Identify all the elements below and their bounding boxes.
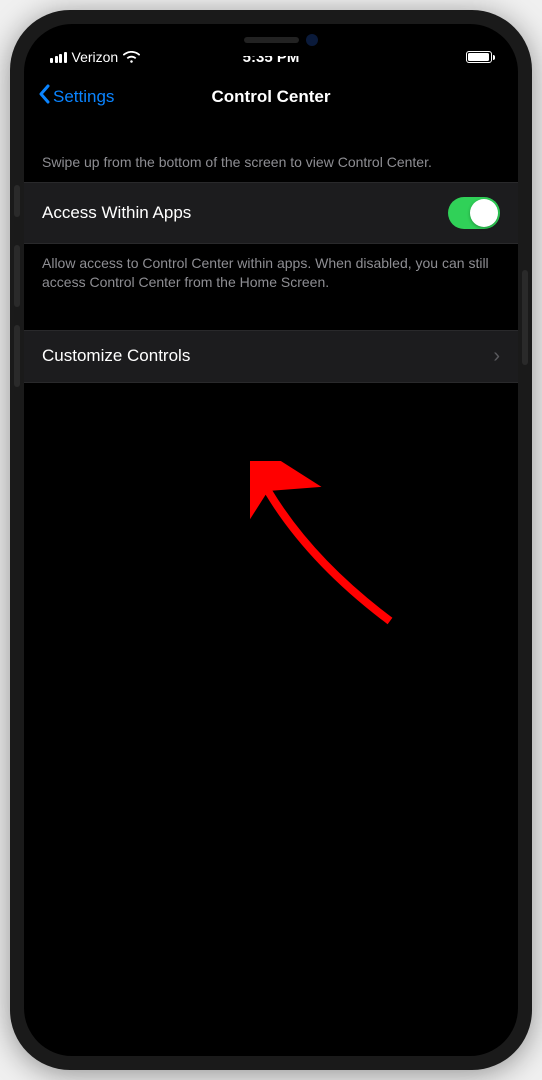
access-label: Access Within Apps: [42, 203, 191, 223]
carrier-label: Verizon: [72, 49, 119, 65]
battery-icon: [466, 51, 492, 63]
volume-up-button: [14, 245, 20, 307]
access-group: Access Within Apps: [24, 182, 518, 244]
speaker: [244, 37, 299, 43]
back-button[interactable]: Settings: [38, 84, 114, 109]
section-help-text: Swipe up from the bottom of the screen t…: [24, 125, 518, 182]
customize-label: Customize Controls: [42, 346, 190, 366]
chevron-right-icon: ›: [493, 345, 500, 368]
access-footer: Allow access to Control Center within ap…: [24, 244, 518, 294]
back-label: Settings: [53, 87, 114, 107]
wifi-icon: [123, 51, 140, 63]
page-title: Control Center: [212, 87, 331, 107]
notch: [166, 24, 376, 56]
toggle-knob: [470, 199, 498, 227]
phone-frame: Verizon 5:35 PM Settings Control Center: [10, 10, 532, 1070]
customize-group: Customize Controls ›: [24, 330, 518, 383]
annotation-arrow: [250, 461, 410, 641]
cellular-signal-icon: [50, 52, 67, 63]
power-button: [522, 270, 528, 365]
customize-controls-row[interactable]: Customize Controls ›: [24, 330, 518, 383]
access-within-apps-row: Access Within Apps: [24, 182, 518, 244]
content-scroll[interactable]: Swipe up from the bottom of the screen t…: [24, 125, 518, 383]
chevron-left-icon: [38, 84, 50, 109]
screen: Verizon 5:35 PM Settings Control Center: [24, 24, 518, 1056]
front-camera: [306, 34, 318, 46]
volume-down-button: [14, 325, 20, 387]
mute-switch: [14, 185, 20, 217]
nav-header: Settings Control Center: [24, 72, 518, 125]
access-toggle[interactable]: [448, 197, 500, 229]
